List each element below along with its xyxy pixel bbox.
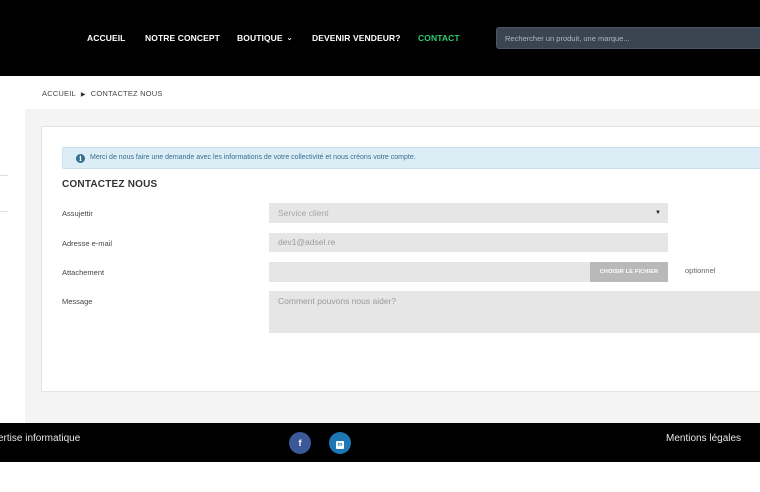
message-textarea[interactable]: Comment pouvons nous aider? [269, 291, 760, 333]
attachment-label: Attachement [62, 268, 105, 277]
nav-boutique[interactable]: BOUTIQUE ⌄ [237, 33, 293, 43]
page: ACCUEIL NOTRE CONCEPT BOUTIQUE ⌄ DEVENIR … [0, 0, 760, 492]
header: ACCUEIL NOTRE CONCEPT BOUTIQUE ⌄ DEVENIR … [0, 0, 760, 76]
nav-boutique-label: BOUTIQUE [237, 33, 283, 43]
search-input[interactable] [497, 28, 760, 49]
email-label: Adresse e-mail [62, 239, 113, 248]
divider [0, 175, 8, 176]
nav-devenir-vendeur[interactable]: DEVENIR VENDEUR? [312, 33, 401, 43]
nav-contact[interactable]: CONTACT [418, 33, 460, 43]
mentions-legales-link[interactable]: Mentions légales [666, 433, 741, 444]
divider [0, 211, 8, 212]
subject-select[interactable]: Service client ▼ [269, 203, 668, 223]
subject-label: Assujettir [62, 209, 93, 218]
choose-file-button[interactable]: CHOISIR LE FICHIER [590, 262, 668, 282]
chevron-down-icon: ⌄ [286, 35, 293, 42]
form-title: CONTACTEZ NOUS [62, 179, 158, 190]
footer [0, 423, 760, 462]
breadcrumb-current: CONTACTEZ NOUS [90, 89, 163, 98]
alert-text: Merci de nous faire une demande avec les… [90, 154, 416, 161]
caret-right-icon: ▶ [80, 92, 86, 98]
caret-down-icon: ▼ [655, 210, 661, 216]
subject-value: Service client [278, 208, 329, 218]
search-box [496, 27, 760, 49]
facebook-icon[interactable]: f [289, 432, 311, 454]
linkedin-glyph: in [336, 441, 344, 449]
breadcrumb: ACCUEIL ▶ CONTACTEZ NOUS [42, 89, 163, 98]
message-label: Message [62, 297, 93, 306]
attachment-field[interactable] [269, 262, 590, 282]
optional-hint: optionnel [685, 266, 716, 275]
info-alert: i Merci de nous faire une demande avec l… [62, 147, 760, 169]
left-strip [0, 109, 25, 423]
breadcrumb-home[interactable]: ACCUEIL [42, 89, 76, 98]
linkedin-icon[interactable]: in [329, 432, 351, 454]
nav-notre-concept[interactable]: NOTRE CONCEPT [145, 33, 220, 43]
email-field[interactable]: dev1@adsel.re [269, 233, 668, 252]
info-icon: i [76, 154, 85, 163]
footer-left-text: ertise informatique [0, 433, 81, 444]
nav-accueil[interactable]: ACCUEIL [87, 33, 125, 43]
